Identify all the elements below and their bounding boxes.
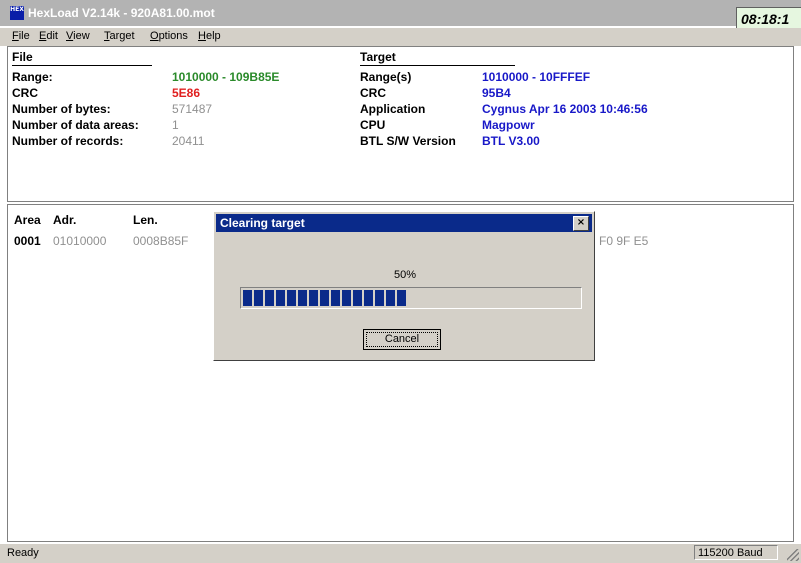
baud-rate-indicator: 115200 Baud	[694, 545, 778, 560]
hexload-app-icon[interactable]: HEX	[10, 6, 24, 20]
progress-block	[309, 290, 318, 306]
progress-block	[254, 290, 263, 306]
info-panel: File Range: 1010000 - 109B85E CRC 5E86 N…	[7, 46, 794, 202]
progress-percent: 50%	[393, 269, 417, 281]
target-cpu-value: Magpowr	[482, 118, 535, 132]
target-crc-label: CRC	[360, 86, 386, 100]
menu-view[interactable]: View	[66, 30, 90, 42]
file-title-underline	[12, 65, 152, 66]
progress-block	[342, 290, 351, 306]
menu-file[interactable]: File	[12, 30, 30, 42]
cell-bytes-tail: F0 9F E5	[599, 234, 649, 248]
column-header-len[interactable]: Len.	[133, 213, 158, 227]
progress-bar	[240, 287, 582, 309]
progress-block	[397, 290, 406, 306]
title-bar: HEX HexLoad V2.14k - 920A81.00.mot	[0, 0, 801, 26]
cell-adr: 01010000	[53, 234, 107, 248]
progress-block	[243, 290, 252, 306]
file-crc-value: 5E86	[172, 86, 201, 100]
resize-grip-icon[interactable]	[787, 549, 799, 561]
target-range-value: 1010000 - 10FFFEF	[482, 70, 591, 84]
menu-bar: File Edit View Target Options Help	[0, 28, 801, 46]
progress-block	[287, 290, 296, 306]
window-title: HexLoad V2.14k - 920A81.00.mot	[28, 6, 215, 20]
file-areas-value: 1	[172, 118, 179, 132]
progress-block	[298, 290, 307, 306]
column-header-area[interactable]: Area	[14, 213, 41, 227]
progress-block	[364, 290, 373, 306]
target-range-label: Range(s)	[360, 70, 412, 84]
progress-block	[375, 290, 384, 306]
cancel-button[interactable]: Cancel	[363, 329, 441, 350]
file-areas-label: Number of data areas:	[12, 118, 139, 132]
clearing-target-dialog: Clearing target × 50% Cancel	[213, 211, 595, 361]
menu-target[interactable]: Target	[104, 30, 135, 42]
target-btl-value: BTL V3.00	[482, 134, 540, 148]
status-text: Ready	[7, 547, 39, 559]
target-cpu-label: CPU	[360, 118, 386, 132]
cell-len: 0008B85F	[133, 234, 189, 248]
progress-block	[276, 290, 285, 306]
progress-block	[265, 290, 274, 306]
menu-help[interactable]: Help	[198, 30, 221, 42]
target-crc-value: 95B4	[482, 86, 511, 100]
file-bytes-label: Number of bytes:	[12, 102, 111, 116]
file-crc-label: CRC	[12, 86, 38, 100]
target-title-underline	[360, 65, 515, 66]
dialog-title-bar[interactable]: Clearing target ×	[216, 214, 592, 232]
target-application-value: Cygnus Apr 16 2003 10:46:56	[482, 102, 648, 116]
file-range-label: Range:	[12, 70, 53, 84]
progress-block	[320, 290, 329, 306]
cell-area: 0001	[14, 234, 41, 248]
progress-block	[331, 290, 340, 306]
column-header-adr[interactable]: Adr.	[53, 213, 76, 227]
file-range-value: 1010000 - 109B85E	[172, 70, 280, 84]
file-records-label: Number of records:	[12, 134, 124, 148]
progress-block	[386, 290, 395, 306]
target-application-label: Application	[360, 102, 426, 116]
progress-block	[353, 290, 362, 306]
target-section-title: Target	[360, 50, 396, 64]
dialog-title: Clearing target	[220, 216, 305, 230]
menu-options[interactable]: Options	[150, 30, 188, 42]
file-bytes-value: 571487	[172, 102, 213, 116]
menu-edit[interactable]: Edit	[39, 30, 58, 42]
close-icon[interactable]: ×	[573, 216, 589, 231]
file-records-value: 20411	[172, 134, 205, 148]
status-bar: Ready 115200 Baud	[0, 544, 801, 563]
progress-fill	[243, 290, 406, 306]
target-btl-label: BTL S/W Version	[360, 134, 456, 148]
file-section-title: File	[12, 50, 33, 64]
